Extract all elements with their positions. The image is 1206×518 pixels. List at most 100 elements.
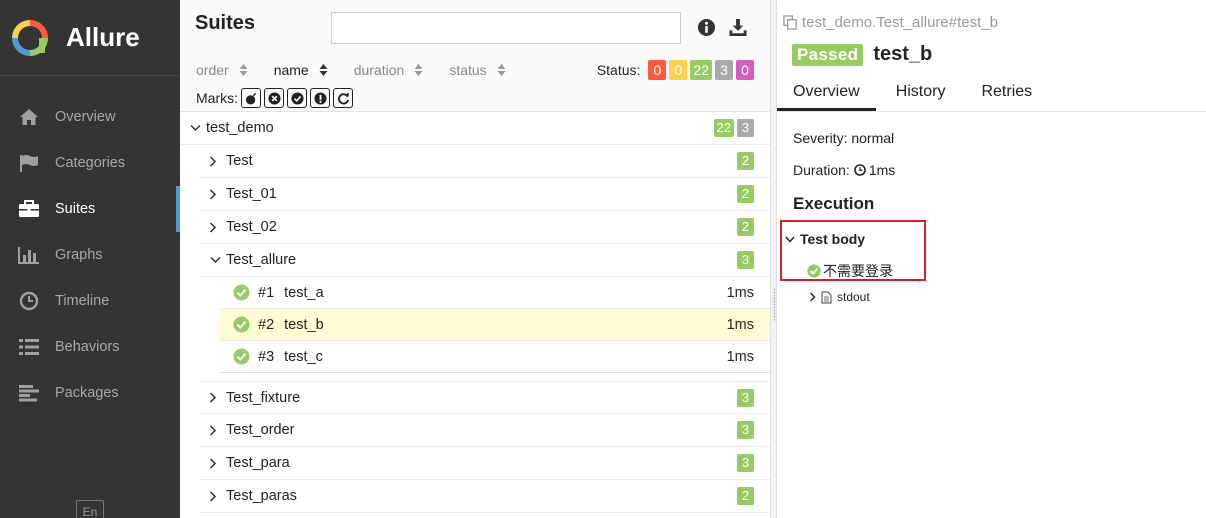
duration-value: 1ms bbox=[868, 162, 896, 178]
tree-node-group[interactable]: Test_paras 2 bbox=[200, 480, 770, 513]
chevron-right-icon bbox=[206, 490, 220, 502]
test-number: #2 bbox=[258, 316, 275, 333]
test-duration: 1ms bbox=[726, 348, 754, 365]
status-passed-toggle[interactable]: 22 bbox=[690, 60, 712, 80]
breadcrumb: test_demo.Test_allure#test_b bbox=[783, 14, 998, 31]
test-duration: 1ms bbox=[726, 316, 754, 333]
tab-history[interactable]: History bbox=[876, 76, 962, 111]
test-number: #3 bbox=[258, 348, 275, 365]
sort-by-order[interactable]: order bbox=[196, 62, 248, 78]
mark-new-passed-toggle[interactable] bbox=[287, 88, 307, 108]
refresh-icon bbox=[337, 92, 349, 104]
passed-count-badge: 2 bbox=[737, 185, 754, 203]
count-badges: 2 bbox=[734, 185, 754, 203]
mark-new-broken-toggle[interactable] bbox=[310, 88, 330, 108]
sort-by-duration[interactable]: duration bbox=[354, 62, 424, 78]
sidebar-item-behaviors[interactable]: Behaviors bbox=[0, 324, 180, 370]
bar-chart-icon bbox=[18, 245, 40, 265]
sort-asc-icon bbox=[319, 64, 328, 76]
sidebar-item-suites[interactable]: Suites bbox=[0, 186, 180, 232]
sort-by-name[interactable]: name bbox=[274, 62, 328, 78]
pane-splitter[interactable] bbox=[770, 0, 777, 518]
sort-by-status[interactable]: status bbox=[449, 62, 506, 78]
tree-node-label: Test_order bbox=[226, 422, 295, 438]
count-badges: 2 bbox=[734, 218, 754, 236]
step-name: 不需要登录 bbox=[823, 263, 893, 279]
bomb-icon bbox=[245, 92, 256, 105]
suites-header: Suites order name duration status Status… bbox=[180, 0, 770, 112]
sidebar-item-graphs[interactable]: Graphs bbox=[0, 232, 180, 278]
attachment-stdout[interactable]: stdout bbox=[809, 290, 870, 304]
tree-node-label: Test_allure bbox=[226, 252, 297, 268]
duration-line: Duration: 1ms bbox=[793, 162, 895, 178]
sidebar-nav: Overview Categories Suites Graphs Timeli… bbox=[0, 94, 180, 416]
download-icon[interactable] bbox=[728, 18, 748, 37]
tree-node-group[interactable]: Test_02 2 bbox=[200, 211, 770, 244]
tab-retries[interactable]: Retries bbox=[961, 76, 1048, 111]
tree-node-group[interactable]: Test_fixture 3 bbox=[200, 381, 770, 414]
test-case-row[interactable]: #1 test_a 1ms bbox=[220, 277, 770, 309]
copy-icon[interactable] bbox=[783, 15, 798, 30]
passed-count-badge: 22 bbox=[713, 119, 734, 137]
mark-retries-toggle[interactable] bbox=[333, 88, 353, 108]
list-icon bbox=[18, 337, 40, 357]
tree-node-group[interactable]: Test_01 2 bbox=[200, 178, 770, 211]
chevron-right-icon bbox=[206, 457, 220, 469]
sidebar-item-timeline[interactable]: Timeline bbox=[0, 278, 180, 324]
count-badges: 3 bbox=[734, 251, 754, 269]
passed-count-badge: 2 bbox=[737, 152, 754, 170]
sidebar-item-categories[interactable]: Categories bbox=[0, 140, 180, 186]
test-body-label: Test body bbox=[800, 231, 866, 247]
tree-node-group[interactable]: Test_order 3 bbox=[200, 414, 770, 447]
count-badges: 22 3 bbox=[711, 119, 754, 137]
tree-node-group[interactable]: Test_para 3 bbox=[200, 447, 770, 480]
sidebar-item-label: Behaviors bbox=[55, 339, 120, 355]
count-badges: 2 bbox=[734, 152, 754, 170]
sidebar-item-label: Suites bbox=[55, 201, 96, 217]
tree-node-group[interactable]: Test 2 bbox=[200, 145, 770, 178]
sidebar-item-overview[interactable]: Overview bbox=[0, 94, 180, 140]
test-detail-pane: test_demo.Test_allure#test_b Passed test… bbox=[777, 0, 1206, 518]
passed-count-badge: 2 bbox=[737, 218, 754, 236]
sidebar: Allure Overview Categories Suites Graphs… bbox=[0, 0, 180, 518]
exclamation-circle-icon bbox=[313, 91, 327, 105]
tree-node-group-expanded[interactable]: Test_allure 3 bbox=[200, 244, 770, 277]
passed-count-badge: 3 bbox=[737, 454, 754, 472]
language-button[interactable]: En bbox=[76, 500, 104, 518]
drag-handle-icon[interactable] bbox=[773, 288, 776, 322]
passed-status-icon bbox=[233, 348, 250, 365]
chevron-down-icon bbox=[188, 124, 202, 132]
brand[interactable]: Allure bbox=[0, 0, 180, 76]
status-filter: Status: 0 0 22 3 0 bbox=[597, 60, 754, 80]
mark-new-failed-toggle[interactable] bbox=[264, 88, 284, 108]
chevron-down-icon bbox=[785, 236, 795, 243]
count-badges: 3 bbox=[734, 389, 754, 407]
sidebar-item-label: Graphs bbox=[55, 247, 103, 263]
search-input[interactable] bbox=[331, 12, 681, 44]
test-name: test_a bbox=[284, 284, 324, 301]
allure-logo-icon bbox=[12, 19, 48, 56]
flag-icon bbox=[18, 153, 40, 173]
passed-count-badge: 3 bbox=[737, 389, 754, 407]
tab-overview[interactable]: Overview bbox=[777, 76, 876, 111]
test-number: #1 bbox=[258, 284, 275, 301]
mark-flaky-toggle[interactable] bbox=[241, 88, 261, 108]
status-broken-toggle[interactable]: 0 bbox=[669, 60, 688, 80]
brand-name: Allure bbox=[66, 22, 140, 52]
sidebar-item-label: Categories bbox=[55, 155, 126, 171]
test-case-row-selected[interactable]: #2 test_b 1ms bbox=[220, 309, 770, 341]
status-unknown-toggle[interactable]: 0 bbox=[736, 60, 754, 80]
test-title-line: Passed test_b bbox=[792, 43, 932, 66]
tree-node-label: Test_02 bbox=[226, 219, 277, 235]
step-item[interactable]: 不需要登录 bbox=[807, 261, 893, 281]
home-icon bbox=[18, 107, 40, 127]
tree-node-root[interactable]: test_demo 22 3 bbox=[180, 112, 770, 145]
status-failed-toggle[interactable]: 0 bbox=[648, 60, 667, 80]
count-badges: 2 bbox=[734, 487, 754, 505]
test-case-row[interactable]: #3 test_c 1ms bbox=[220, 341, 770, 373]
sort-icon bbox=[239, 64, 248, 76]
info-icon[interactable] bbox=[697, 18, 716, 37]
status-skipped-toggle[interactable]: 3 bbox=[715, 60, 733, 80]
sidebar-item-packages[interactable]: Packages bbox=[0, 370, 180, 416]
test-body-toggle[interactable]: Test body bbox=[785, 231, 865, 247]
